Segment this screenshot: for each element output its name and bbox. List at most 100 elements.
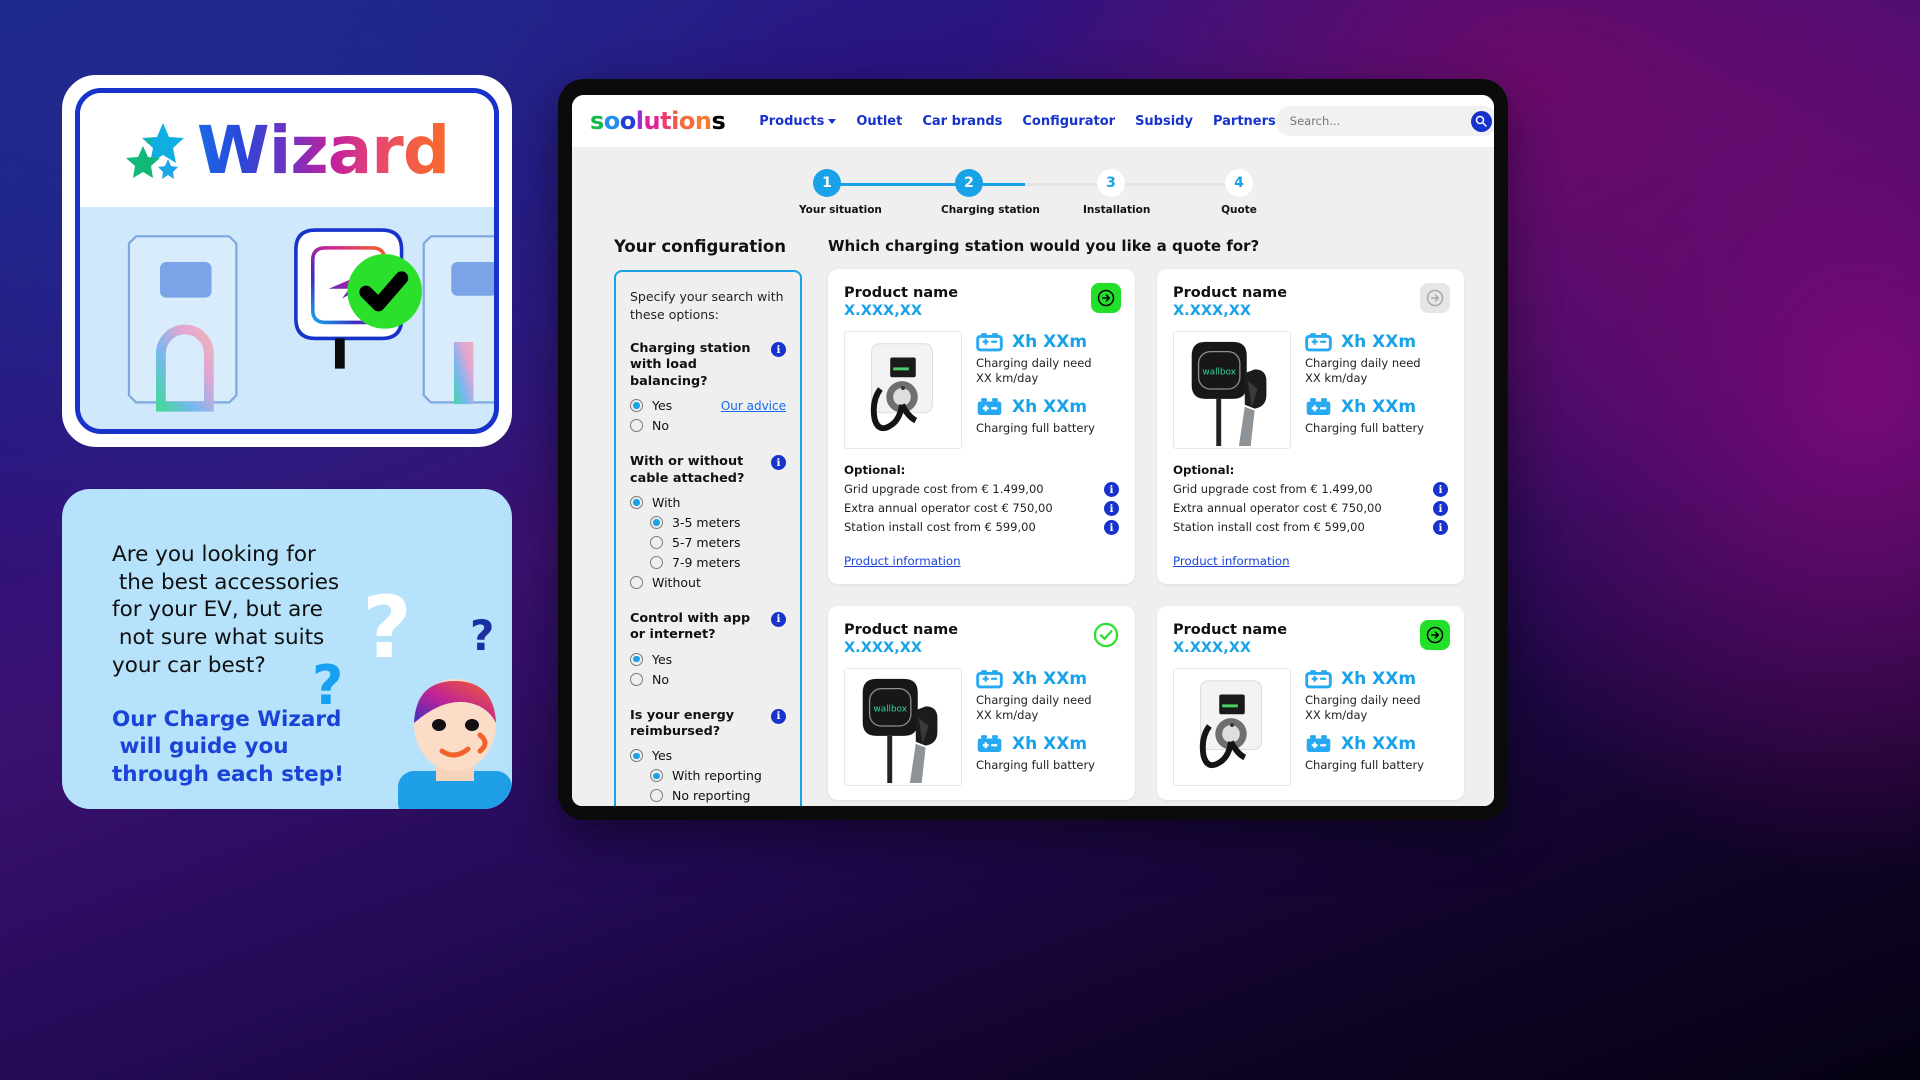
wizard-card-inner-border: Wizard [75, 88, 499, 434]
info-icon[interactable]: i [1433, 520, 1448, 535]
step-label: Installation [1083, 204, 1151, 216]
radio-button[interactable] [630, 672, 643, 686]
configuration-title: Your configuration [614, 237, 786, 256]
info-icon[interactable]: i [1433, 482, 1448, 497]
step-4-quote[interactable]: 4 Quote [1211, 169, 1267, 216]
product-select-button-disabled[interactable] [1420, 283, 1450, 313]
product-information-link[interactable]: Product information [844, 554, 961, 568]
radio-option-load-balancing-yes[interactable]: Yes Our advice [630, 398, 786, 413]
step-number: 4 [1225, 169, 1253, 197]
step-2-charging-station[interactable]: 2 Charging station [941, 169, 1040, 216]
radio-button[interactable] [650, 555, 663, 569]
progress-stepper: 1 Your situation 2 Charging station 3 In… [799, 169, 1267, 221]
nav-item-configurator[interactable]: Configurator [1022, 114, 1115, 129]
radio-button[interactable] [650, 789, 663, 803]
info-icon[interactable]: i [771, 455, 786, 471]
info-icon[interactable]: i [1104, 501, 1119, 516]
spec-full-value: Xh XXm [1341, 396, 1417, 417]
radio-option-cable-without[interactable]: Without [630, 575, 786, 590]
product-card[interactable]: Product name X.XXX,XX [1157, 606, 1464, 800]
product-card[interactable]: Product name X.XXX,XX [828, 269, 1135, 584]
radio-button[interactable] [630, 399, 643, 413]
spec-daily-need: Xh XXm [976, 331, 1119, 352]
option-label: No [652, 418, 669, 434]
radio-button[interactable] [650, 535, 663, 549]
soolutions-logo[interactable]: soolutions [590, 107, 726, 135]
radio-option-with-reporting[interactable]: With reporting [650, 768, 786, 783]
radio-button[interactable] [630, 575, 643, 589]
option-label: Yes [652, 651, 673, 667]
nav-item-subsidy[interactable]: Subsidy [1135, 114, 1193, 129]
radio-option-cable-5-7[interactable]: 5-7 meters [650, 535, 786, 550]
product-card[interactable]: Product name X.XXX,XX [828, 606, 1135, 800]
optional-cost-text: Grid upgrade cost from € 1.499,00 [1173, 482, 1373, 496]
nav-item-car-brands[interactable]: Car brands [922, 114, 1002, 129]
info-icon[interactable]: i [771, 342, 786, 357]
info-icon[interactable]: i [771, 708, 786, 724]
search-button[interactable] [1470, 110, 1492, 132]
white-charger-svg [870, 343, 933, 432]
product-information-link[interactable]: Product information [1173, 554, 1290, 568]
wizard-promo-card: Wizard [62, 75, 512, 447]
product-specs: Xh XXm Charging daily need XX km/day Xh … [1305, 331, 1448, 449]
radio-option-reimbursed-yes[interactable]: Yes [630, 748, 786, 763]
configuration-box: Specify your search with these options: … [614, 270, 802, 806]
config-question-label: Control with app or internet? [630, 610, 751, 643]
radio-option-cable-3-5[interactable]: 3-5 meters [650, 515, 786, 530]
header-actions [1275, 106, 1494, 136]
product-price: X.XXX,XX [844, 640, 923, 656]
radio-option-load-balancing-no[interactable]: No [630, 418, 786, 433]
step-1-your-situation[interactable]: 1 Your situation [799, 169, 882, 216]
radio-button[interactable] [630, 652, 643, 666]
charging-station-illustration [80, 207, 494, 429]
nav-item-products[interactable]: Products [759, 114, 837, 129]
optional-cost-line: Extra annual operator cost € 750,00 i [1173, 500, 1448, 516]
radio-button[interactable] [630, 495, 643, 509]
product-card[interactable]: Product name X.XXX,XX [1157, 269, 1464, 584]
products-grid: Product name X.XXX,XX Xh XXm Charging da… [828, 269, 1464, 800]
illustration-svg [127, 228, 494, 412]
nav-item-outlet[interactable]: Outlet [856, 114, 902, 129]
radio-option-cable-7-9[interactable]: 7-9 meters [650, 555, 786, 570]
radio-button[interactable] [630, 419, 643, 433]
nav-item-partners[interactable]: Partners [1213, 114, 1276, 129]
product-price: X.XXX,XX [1173, 303, 1252, 319]
radio-option-no-reporting[interactable]: No reporting [650, 788, 786, 803]
option-label: No [652, 671, 669, 687]
product-selected-indicator[interactable] [1091, 620, 1121, 650]
radio-option-cable-with[interactable]: With [630, 495, 786, 510]
radio-button[interactable] [650, 515, 663, 529]
radio-button[interactable] [630, 749, 643, 763]
daily-need-text: Charging daily need [976, 693, 1092, 707]
info-icon[interactable]: i [1104, 520, 1119, 535]
option-label: Without [652, 574, 701, 590]
daily-need-text: Charging daily need [1305, 356, 1421, 370]
black-charger-svg: wallbox [862, 678, 938, 784]
config-question-label: Is your energy reimbursed? [630, 707, 735, 739]
radio-button[interactable] [650, 769, 663, 783]
product-image-white-charger [1173, 668, 1291, 786]
product-select-button[interactable] [1091, 283, 1121, 313]
battery-outline-icon [1305, 333, 1332, 352]
spec-daily-label: Charging daily need XX km/day [1305, 356, 1448, 386]
site-header: soolutions Products Outlet Car brands Co… [572, 95, 1494, 147]
spec-daily-need: Xh XXm [1305, 331, 1448, 352]
info-icon[interactable]: i [1433, 501, 1448, 516]
product-optional-costs: Optional: Grid upgrade cost from € 1.499… [844, 463, 1119, 535]
search-input[interactable] [1289, 114, 1471, 128]
info-icon[interactable]: i [1104, 482, 1119, 497]
chevron-down-icon [828, 118, 837, 124]
svg-text:wallbox: wallbox [1202, 367, 1236, 377]
spec-daily-value: Xh XXm [1341, 331, 1417, 352]
info-icon[interactable]: i [771, 611, 786, 627]
step-3-installation[interactable]: 3 Installation [1083, 169, 1151, 216]
radio-option-app-yes[interactable]: Yes [630, 652, 786, 667]
radio-option-app-no[interactable]: No [630, 672, 786, 687]
option-label: 5-7 meters [672, 534, 741, 550]
product-price: X.XXX,XX [1173, 640, 1252, 656]
search-box[interactable] [1275, 106, 1494, 136]
our-advice-link[interactable]: Our advice [721, 399, 786, 413]
product-select-button[interactable] [1420, 620, 1450, 650]
page-content: 1 Your situation 2 Charging station 3 In… [572, 147, 1494, 806]
product-name: Product name [1173, 622, 1288, 638]
